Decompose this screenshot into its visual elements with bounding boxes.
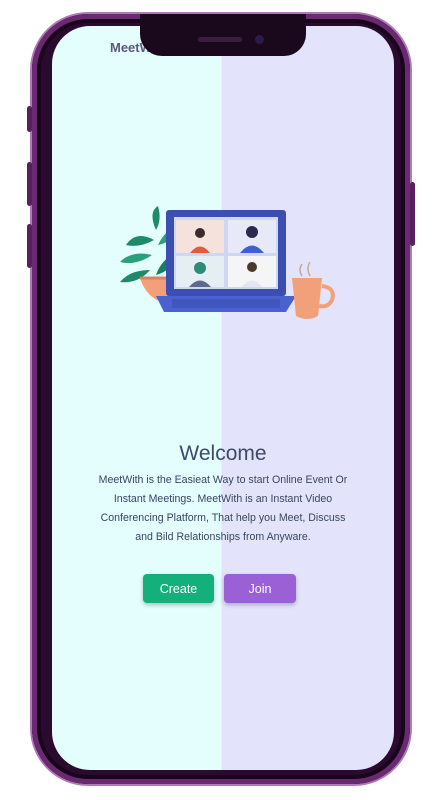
phone-power-button (410, 182, 415, 246)
coffee-mug-icon (292, 261, 335, 319)
phone-notch (140, 14, 306, 56)
phone-volume-up-button (27, 162, 32, 206)
description-line: Conferencing Platform, That help you Mee… (100, 512, 346, 524)
laptop-icon (156, 210, 296, 312)
join-button[interactable]: Join (224, 574, 296, 603)
description-line: and Bild Relationships from Anyware. (135, 531, 311, 543)
video-conference-illustration (120, 206, 335, 319)
create-button[interactable]: Create (143, 574, 214, 603)
phone-side-button (27, 106, 32, 132)
camera-icon (255, 35, 264, 44)
app-screen: MeetWith Welcome MeetWith is the Easieat… (52, 26, 394, 770)
welcome-title: Welcome (179, 442, 267, 465)
description-line: Instant Meetings. MeetWith is an Instant… (113, 493, 333, 505)
welcome-description: MeetWith is the Easieat Way to start Onl… (70, 471, 376, 547)
description-line: MeetWith is the Easieat Way to start Onl… (98, 474, 348, 486)
speaker-icon (198, 37, 242, 42)
phone-volume-down-button (27, 224, 32, 268)
